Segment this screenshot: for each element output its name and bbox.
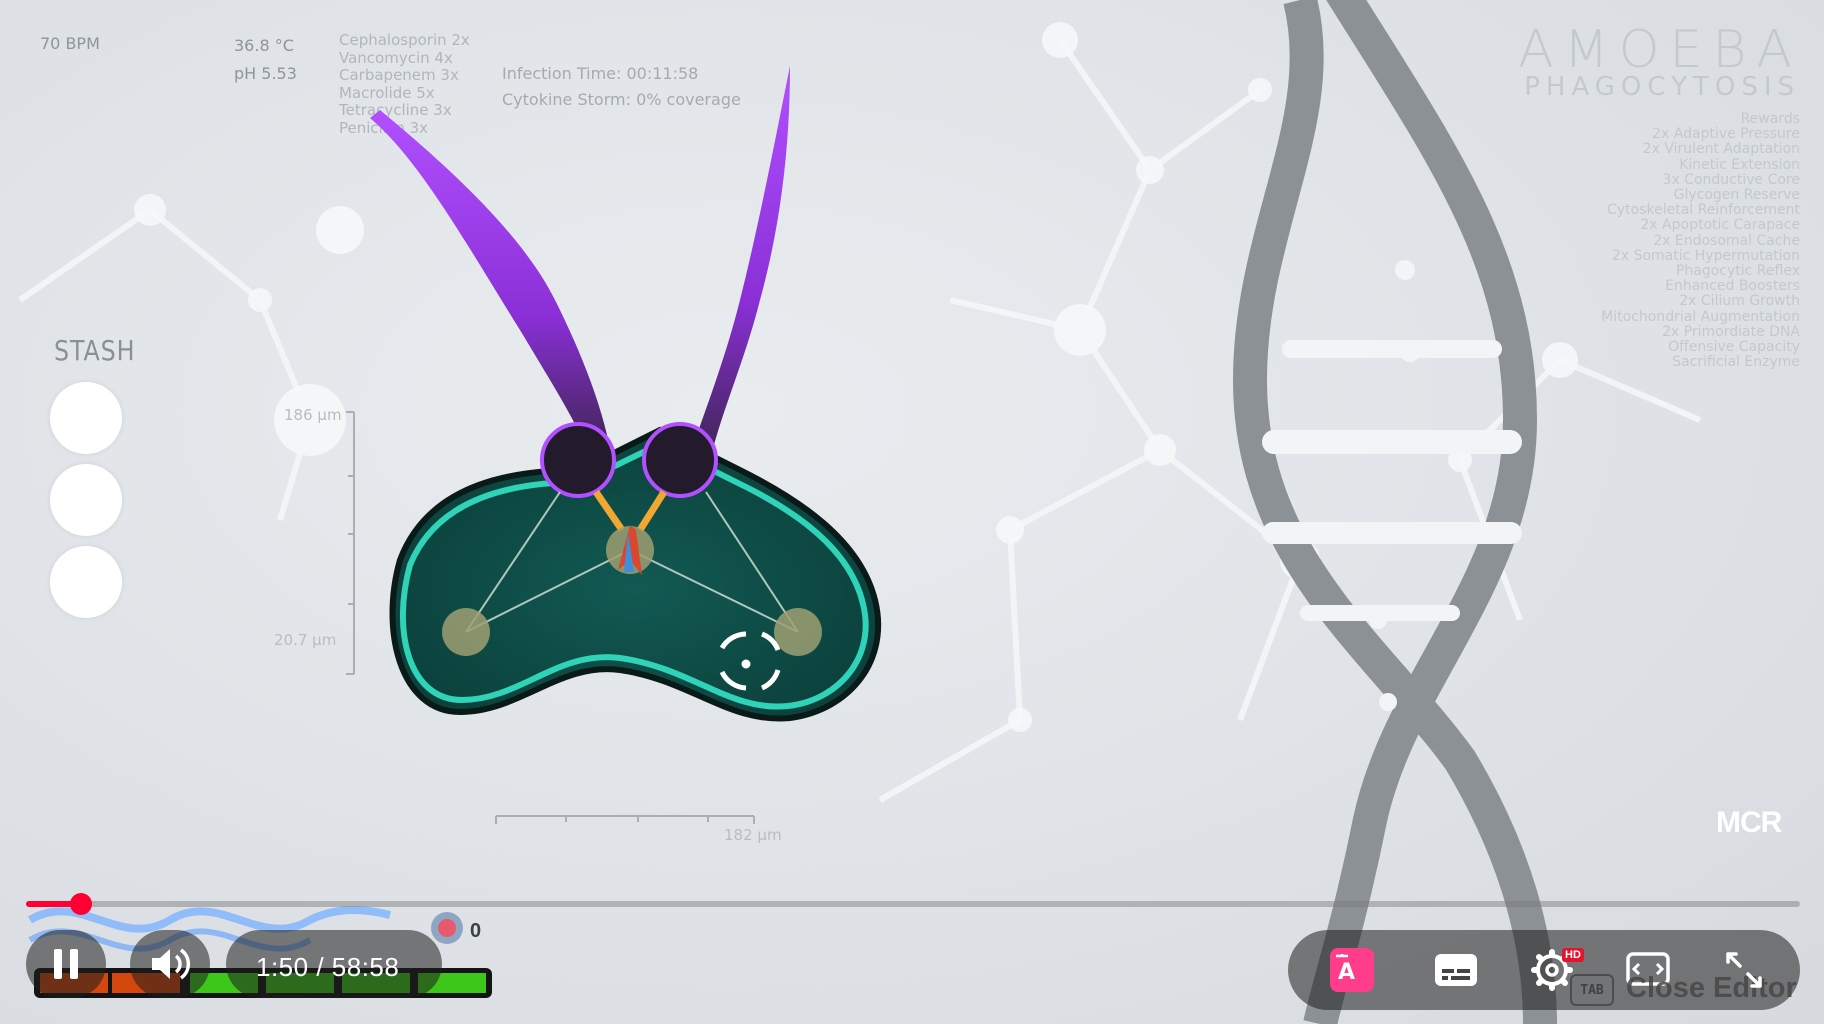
time-display: 1:50 / 58:58 <box>256 952 400 982</box>
subtitles-button[interactable] <box>1424 942 1488 998</box>
svg-text:A: A <box>1338 960 1355 985</box>
volume-button[interactable] <box>130 930 210 998</box>
volume-icon <box>152 948 191 980</box>
pause-icon <box>54 949 78 979</box>
fullscreen-exit-button[interactable] <box>1712 942 1776 998</box>
auto-translate-button[interactable]: A <box>1320 942 1384 998</box>
progress-scrubber[interactable] <box>70 893 92 915</box>
tab-key-hint: TAB <box>1570 974 1614 1006</box>
game-status-bar <box>27 906 492 998</box>
pause-button[interactable] <box>26 930 106 998</box>
progress-track[interactable] <box>26 901 1800 907</box>
auto-translate-icon: A <box>1330 948 1374 992</box>
subtitles-icon <box>1435 954 1477 986</box>
game-viewport[interactable]: 70 BPM 36.8 °C pH 5.53 Cephalosporin 2x … <box>0 0 1824 1024</box>
hd-badge: HD <box>1562 948 1584 962</box>
fullscreen-exit-icon <box>1726 952 1762 988</box>
resource-counter: 0 <box>470 920 482 942</box>
